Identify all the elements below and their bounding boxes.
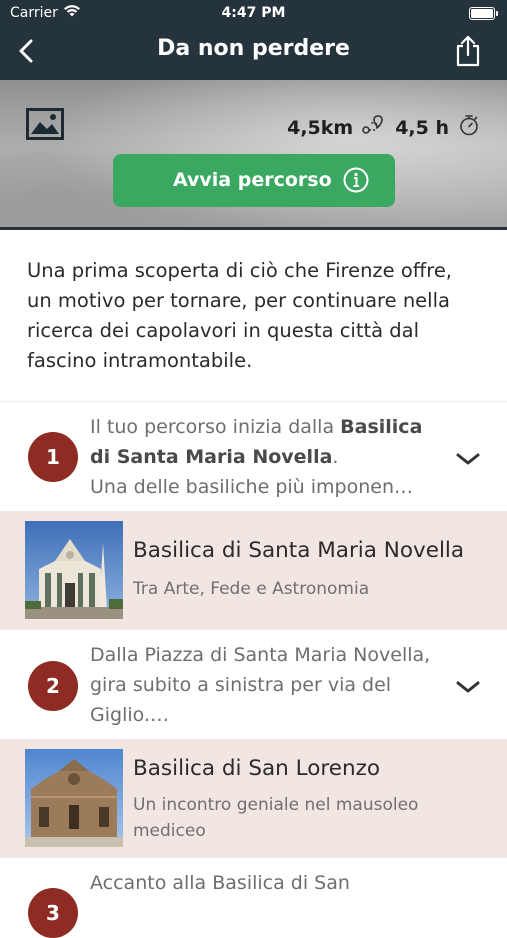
duration-value: 4,5 h <box>395 116 449 139</box>
step-text: Il tuo percorso inizia dalla Basilica di… <box>90 412 445 502</box>
step-text-period: . <box>332 446 339 468</box>
info-icon[interactable] <box>343 167 369 193</box>
poi-subtitle: Un incontro geniale nel mausoleo mediceo <box>133 795 419 841</box>
chevron-down-icon[interactable] <box>455 679 481 695</box>
status-time: 4:47 PM <box>221 5 286 21</box>
poi-title: Basilica di Santa Maria Novella <box>133 538 465 563</box>
step-text-intro: Il tuo percorso inizia dalla <box>90 416 341 438</box>
battery-icon <box>469 7 498 20</box>
navigation-bar: Carrier 4:47 PM Da non perdere <box>0 0 507 80</box>
step-item-2[interactable]: 2 Dalla Piazza di Santa Maria Novella, g… <box>0 629 507 740</box>
step-text-more: Una delle basiliche più imponen… <box>90 476 413 498</box>
image-icon[interactable] <box>26 108 64 140</box>
step-text: Dalla Piazza di Santa Maria Novella, gir… <box>90 644 431 726</box>
status-bar: Carrier 4:47 PM <box>0 0 507 26</box>
poi-item-santa-maria-novella[interactable]: Basilica di Santa Maria Novella Tra Arte… <box>0 511 507 629</box>
share-button[interactable] <box>453 34 483 68</box>
route-hero: 4,5km 4,5 h Avvia percorso <box>0 80 507 230</box>
step-number-badge: 1 <box>28 432 78 482</box>
distance-value: 4,5km <box>287 116 354 139</box>
stopwatch-icon <box>459 114 479 141</box>
poi-thumbnail <box>25 749 123 847</box>
start-route-label: Avvia percorso <box>173 169 332 191</box>
poi-thumbnail <box>25 521 123 619</box>
step-item-1[interactable]: 1 Il tuo percorso inizia dalla Basilica … <box>0 401 507 512</box>
poi-item-san-lorenzo[interactable]: Basilica di San Lorenzo Un incontro geni… <box>0 739 507 857</box>
poi-title: Basilica di San Lorenzo <box>133 756 381 781</box>
chevron-down-icon[interactable] <box>455 451 481 467</box>
step-number-badge: 3 <box>28 888 78 938</box>
route-icon <box>361 115 383 140</box>
page-title: Da non perdere <box>157 36 350 61</box>
start-route-button[interactable]: Avvia percorso <box>113 154 395 207</box>
route-stats: 4,5km 4,5 h <box>287 114 479 141</box>
route-description: Una prima scoperta di ciò che Firenze of… <box>27 259 453 372</box>
share-icon <box>456 35 480 67</box>
step-text: Accanto alla Basilica di San <box>90 872 350 894</box>
poi-subtitle: Tra Arte, Fede e Astronomia <box>133 579 370 599</box>
step-item-3[interactable]: 3 Accanto alla Basilica di San <box>0 857 507 938</box>
step-number-badge: 2 <box>28 661 78 711</box>
